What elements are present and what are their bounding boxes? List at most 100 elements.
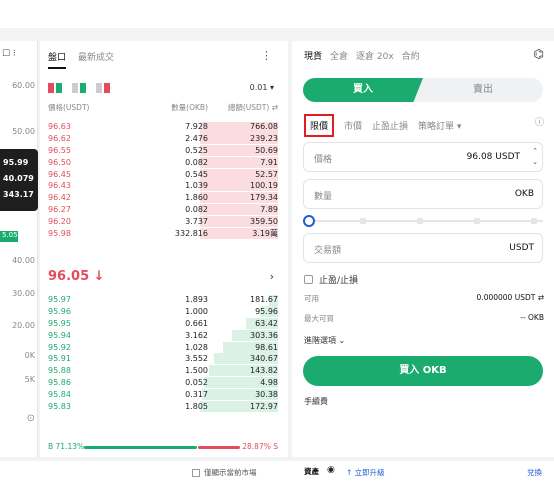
orderbook-row[interactable]: 95.88 1.500 143.82: [48, 365, 278, 377]
orderbook-row[interactable]: 95.92 1.028 98.61: [48, 341, 278, 353]
slider-tick[interactable]: [360, 218, 366, 224]
row-total: 50.69: [255, 145, 278, 155]
row-total: 179.34: [250, 193, 278, 203]
tab-strategy[interactable]: 策略訂單 ▾: [418, 119, 461, 132]
tab-limit[interactable]: 限價: [304, 114, 335, 137]
tab-latest-trades[interactable]: 最新成交: [78, 50, 114, 69]
tab-cross[interactable]: 全倉: [330, 49, 348, 62]
advanced-options[interactable]: 進階選項 ⌄: [304, 335, 345, 346]
upgrade-link[interactable]: ↑ 立即升級: [346, 467, 385, 478]
row-price: 96.20: [48, 216, 71, 226]
volume-unit: USDT: [509, 243, 534, 253]
trade-panel: 現貨 全倉 逐倉 20x 合約 ⌬ 買入 賣出 限價 市價 止盈止損 策略訂單 …: [292, 41, 554, 457]
orderbook-row[interactable]: 96.45 0.545 52.57: [48, 168, 278, 180]
tab-spot[interactable]: 現貨: [304, 49, 322, 62]
slider-tick[interactable]: [417, 218, 423, 224]
trading-page: ☐ ⁝ 60.00 50.00 95.99 40.079 343.17 5.05…: [0, 0, 554, 483]
checkbox-icon[interactable]: [304, 275, 313, 284]
chart-panel[interactable]: ☐ ⁝ 60.00 50.00 95.99 40.079 343.17 5.05…: [0, 41, 38, 457]
orderbook-panel: 盤口 最新成交 ⋮ 0.01 ▾ 價格(USDT) 數量(OKB) 總額(USD…: [40, 41, 288, 457]
orderbook-row[interactable]: 96.43 1.039 100.19: [48, 180, 278, 192]
order-type-tabs: 限價 市價 止盈止損 策略訂單 ▾: [304, 114, 461, 137]
row-amount: 1.039: [185, 181, 208, 191]
mid-price: 96.05 ↓: [48, 269, 105, 284]
row-price: 95.95: [48, 318, 71, 328]
price-field[interactable]: 價格 96.08 USDT ⌃ ⌄: [303, 142, 543, 172]
view-both-icon[interactable]: [48, 83, 62, 93]
slider-tick[interactable]: [531, 218, 537, 224]
orderbook-row[interactable]: 95.95 0.661 63.42: [48, 318, 278, 330]
row-price: 95.96: [48, 307, 71, 317]
row-total: 359.50: [250, 216, 278, 226]
view-bids-icon[interactable]: [72, 83, 86, 93]
orderbook-row[interactable]: 96.42 1.860 179.34: [48, 192, 278, 204]
volume-field[interactable]: 交易額 USDT: [303, 233, 543, 263]
fee-label[interactable]: 手續費: [304, 396, 328, 407]
max-buy-value: -- OKB: [520, 313, 544, 322]
row-amount: 0.052: [185, 377, 208, 387]
slider-knob[interactable]: [303, 215, 315, 227]
orderbook-row[interactable]: 95.83 1.805 172.97: [48, 400, 278, 412]
row-price: 96.55: [48, 145, 71, 155]
orderbook-row[interactable]: 96.20 3.737 359.50: [48, 215, 278, 227]
orderbook-row[interactable]: 95.97 1.893 181.67: [48, 294, 278, 306]
price-tag: 5.05: [0, 231, 18, 242]
row-amount: 1.028: [185, 342, 208, 352]
row-price: 95.84: [48, 389, 71, 399]
amount-field[interactable]: 數量 OKB: [303, 179, 543, 209]
chart-toolbar-icons[interactable]: ☐ ⁝: [2, 49, 16, 59]
settings-icon[interactable]: ⊙: [27, 413, 35, 424]
more-icon[interactable]: ⋮: [261, 49, 272, 62]
orderbook-row[interactable]: 96.63 7.928 766.08: [48, 121, 278, 133]
axis-label: 5K: [24, 375, 35, 384]
row-price: 96.63: [48, 122, 71, 132]
convert-link[interactable]: 兌換: [527, 467, 542, 478]
row-total: 95.96: [255, 307, 278, 317]
tab-tpsl[interactable]: 止盈止損: [372, 119, 408, 132]
orderbook-row[interactable]: 95.96 1.000 95.96: [48, 306, 278, 318]
row-total: 63.42: [255, 318, 278, 328]
asset-label: 資產: [304, 467, 319, 476]
bot-icon[interactable]: ⌬: [534, 47, 544, 61]
row-price: 95.83: [48, 401, 71, 411]
axis-label: 20.00: [12, 321, 35, 330]
row-amount: 0.661: [185, 318, 208, 328]
sell-tab[interactable]: 賣出: [423, 78, 543, 102]
amount-slider[interactable]: [303, 215, 543, 227]
tab-orderbook[interactable]: 盤口: [48, 50, 67, 69]
tab-isolated[interactable]: 逐倉 20x: [356, 49, 394, 62]
tpsl-label: 止盈/止損: [319, 276, 359, 286]
buy-okb-button[interactable]: 買入 OKB: [303, 356, 543, 386]
orderbook-row[interactable]: 96.27 0.082 7.89: [48, 204, 278, 216]
price-stepper[interactable]: ⌃ ⌄: [532, 146, 538, 168]
row-total: 30.38: [255, 389, 278, 399]
row-amount: 0.082: [185, 204, 208, 214]
orderbook-row[interactable]: 95.84 0.317 30.38: [48, 388, 278, 400]
row-amount: 7.928: [185, 122, 208, 132]
orderbook-row[interactable]: 96.62 2.476 239.23: [48, 133, 278, 145]
precision-select[interactable]: 0.01 ▾: [250, 83, 274, 92]
tab-contract[interactable]: 合約: [402, 49, 420, 62]
buy-sell-toggle: 買入 賣出: [303, 78, 543, 102]
tab-market[interactable]: 市價: [344, 119, 362, 132]
orderbook-row[interactable]: 95.91 3.552 340.67: [48, 353, 278, 365]
hide-other-markets[interactable]: 僅顯示當前市場: [192, 467, 257, 478]
chevron-right-icon[interactable]: ›: [270, 270, 274, 283]
row-price: 95.98: [48, 228, 71, 238]
row-price: 95.97: [48, 295, 71, 305]
view-asks-icon[interactable]: [96, 83, 110, 93]
orderbook-row[interactable]: 95.86 0.052 4.98: [48, 377, 278, 389]
eye-icon[interactable]: ◉: [327, 465, 335, 475]
orderbook-row[interactable]: 96.55 0.525 50.69: [48, 145, 278, 157]
buy-tab[interactable]: 買入: [303, 78, 423, 102]
tpsl-checkbox[interactable]: 止盈/止損: [304, 273, 358, 286]
volume-label: 交易額: [314, 246, 342, 256]
orderbook-row[interactable]: 95.94 3.162 303.36: [48, 329, 278, 341]
checkbox-icon[interactable]: [192, 468, 200, 477]
slider-tick[interactable]: [474, 218, 480, 224]
header-total[interactable]: 總額(USDT) ⇄: [208, 102, 278, 113]
orderbook-row[interactable]: 96.50 0.082 7.91: [48, 156, 278, 168]
row-price: 96.45: [48, 169, 71, 179]
info-icon[interactable]: ⓘ: [535, 115, 544, 128]
orderbook-row[interactable]: 95.98 332.816 3.19萬: [48, 227, 278, 239]
